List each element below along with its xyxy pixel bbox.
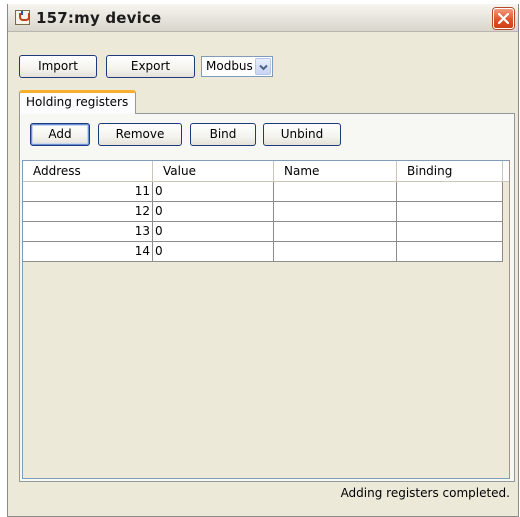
- column-header-name[interactable]: Name: [274, 161, 397, 181]
- name-cell[interactable]: [274, 202, 397, 221]
- close-icon: [498, 13, 509, 24]
- address-cell[interactable]: 12: [23, 202, 153, 221]
- java-cup-icon: [15, 10, 30, 25]
- unbind-button[interactable]: Unbind: [263, 123, 341, 146]
- bind-button[interactable]: Bind: [190, 123, 256, 146]
- value-cell[interactable]: 0: [153, 182, 274, 201]
- table-row[interactable]: 13 0: [23, 222, 503, 242]
- close-button[interactable]: [493, 8, 514, 29]
- table-row[interactable]: 11 0: [23, 182, 503, 202]
- value-cell[interactable]: 0: [153, 222, 274, 241]
- import-button[interactable]: Import: [19, 55, 97, 78]
- window-title: 157:my device: [36, 9, 162, 27]
- protocol-select-value: Modbus: [206, 59, 253, 73]
- tab-label: Holding registers: [26, 95, 129, 109]
- add-button[interactable]: Add: [30, 123, 90, 146]
- name-cell[interactable]: [274, 242, 397, 261]
- protocol-select[interactable]: Modbus: [201, 56, 273, 77]
- column-header-binding[interactable]: Binding: [397, 161, 503, 181]
- tab-holding-registers[interactable]: Holding registers: [19, 90, 136, 114]
- address-cell[interactable]: 13: [23, 222, 153, 241]
- address-cell[interactable]: 14: [23, 242, 153, 261]
- value-cell[interactable]: 0: [153, 202, 274, 221]
- chevron-down-icon: [259, 64, 268, 71]
- table-row[interactable]: 14 0: [23, 242, 503, 262]
- binding-cell[interactable]: [397, 202, 503, 221]
- address-cell[interactable]: 11: [23, 182, 153, 201]
- title-bar[interactable]: 157:my device: [8, 4, 518, 32]
- binding-cell[interactable]: [397, 182, 503, 201]
- binding-cell[interactable]: [397, 242, 503, 261]
- binding-cell[interactable]: [397, 222, 503, 241]
- table-row[interactable]: 12 0: [23, 202, 503, 222]
- dropdown-button[interactable]: [255, 58, 271, 75]
- remove-button[interactable]: Remove: [98, 123, 182, 146]
- column-header-value[interactable]: Value: [153, 161, 274, 181]
- value-cell[interactable]: 0: [153, 242, 274, 261]
- table-header: Address Value Name Binding: [23, 161, 509, 182]
- export-button[interactable]: Export: [106, 55, 195, 78]
- status-message: Adding registers completed.: [340, 486, 510, 500]
- registers-table[interactable]: Address Value Name Binding 11 0 12 0 13 …: [22, 160, 510, 479]
- name-cell[interactable]: [274, 222, 397, 241]
- name-cell[interactable]: [274, 182, 397, 201]
- device-window: 157:my device Import Export Modbus Holdi…: [7, 4, 519, 517]
- column-header-address[interactable]: Address: [23, 161, 153, 181]
- table-body: 11 0 12 0 13 0 14 0: [23, 182, 503, 262]
